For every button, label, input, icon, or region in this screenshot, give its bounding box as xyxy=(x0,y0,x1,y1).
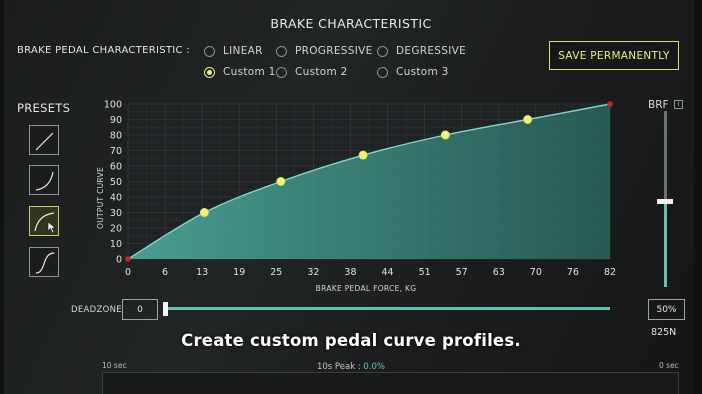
x-tick-label: 6 xyxy=(162,267,168,278)
y-tick-label: 80 xyxy=(110,131,122,142)
brake-curve-chart[interactable]: 0 6 13 19 25 32 38 44 51 57 63 70 76 82 0 10 20 30 40 50 60 7… xyxy=(0,0,702,300)
x-tick-label: 63 xyxy=(493,267,505,278)
x-tick-label: 70 xyxy=(530,267,542,278)
y-tick-label: 0 xyxy=(116,255,122,266)
curve-control-point[interactable] xyxy=(199,208,209,218)
curve-control-point[interactable] xyxy=(276,177,286,187)
peak-value: 0.0% xyxy=(363,362,385,372)
y-tick-label: 10 xyxy=(110,239,122,250)
x-tick-label: 13 xyxy=(196,267,208,278)
deadzone-slider-thumb[interactable] xyxy=(163,302,168,316)
peak-label: 10s Peak : xyxy=(316,362,361,372)
brf-slider-track-empty xyxy=(664,111,667,201)
curve-control-point[interactable] xyxy=(523,115,533,125)
y-tick-label: 30 xyxy=(110,208,122,219)
monitor-panel xyxy=(102,372,679,394)
peak-readout: 10s Peak : 0.0% xyxy=(0,362,702,372)
x-tick-label: 57 xyxy=(456,267,468,278)
x-tick-label: 19 xyxy=(233,267,245,278)
y-tick-label: 60 xyxy=(110,162,122,173)
x-tick-label: 51 xyxy=(419,267,431,278)
x-tick-label: 82 xyxy=(604,267,616,278)
y-tick-label: 70 xyxy=(110,146,122,157)
info-icon[interactable]: i xyxy=(674,100,683,109)
y-tick-label: 50 xyxy=(110,177,122,188)
video-caption: Create custom pedal curve profiles. xyxy=(181,331,521,350)
x-tick-label: 38 xyxy=(344,267,356,278)
x-tick-label: 76 xyxy=(567,267,579,278)
x-tick-label: 32 xyxy=(307,267,319,278)
brf-label: BRF xyxy=(648,99,669,111)
curve-endpoint[interactable] xyxy=(607,101,613,107)
percent-readout: 50% xyxy=(648,299,685,320)
y-tick-label: 20 xyxy=(110,224,122,235)
x-tick-label: 25 xyxy=(270,267,282,278)
y-tick-label: 90 xyxy=(110,115,122,126)
y-tick-label: 40 xyxy=(110,193,122,204)
y-tick-label: 100 xyxy=(104,100,122,111)
deadzone-slider-track[interactable] xyxy=(165,307,610,310)
deadzone-input[interactable]: 0 xyxy=(122,299,158,320)
x-axis-label: BRAKE PEDAL FORCE, KG xyxy=(316,284,417,293)
deadzone-label: DEADZONE xyxy=(71,305,122,315)
y-axis-label: OUTPUT CURVE xyxy=(96,167,105,229)
curve-control-point[interactable] xyxy=(440,130,450,140)
x-tick-label: 0 xyxy=(125,267,131,278)
curve-control-point[interactable] xyxy=(358,150,368,160)
brf-slider-thumb[interactable] xyxy=(657,199,673,204)
curve-endpoint[interactable] xyxy=(125,256,131,262)
x-tick-label: 44 xyxy=(381,267,393,278)
